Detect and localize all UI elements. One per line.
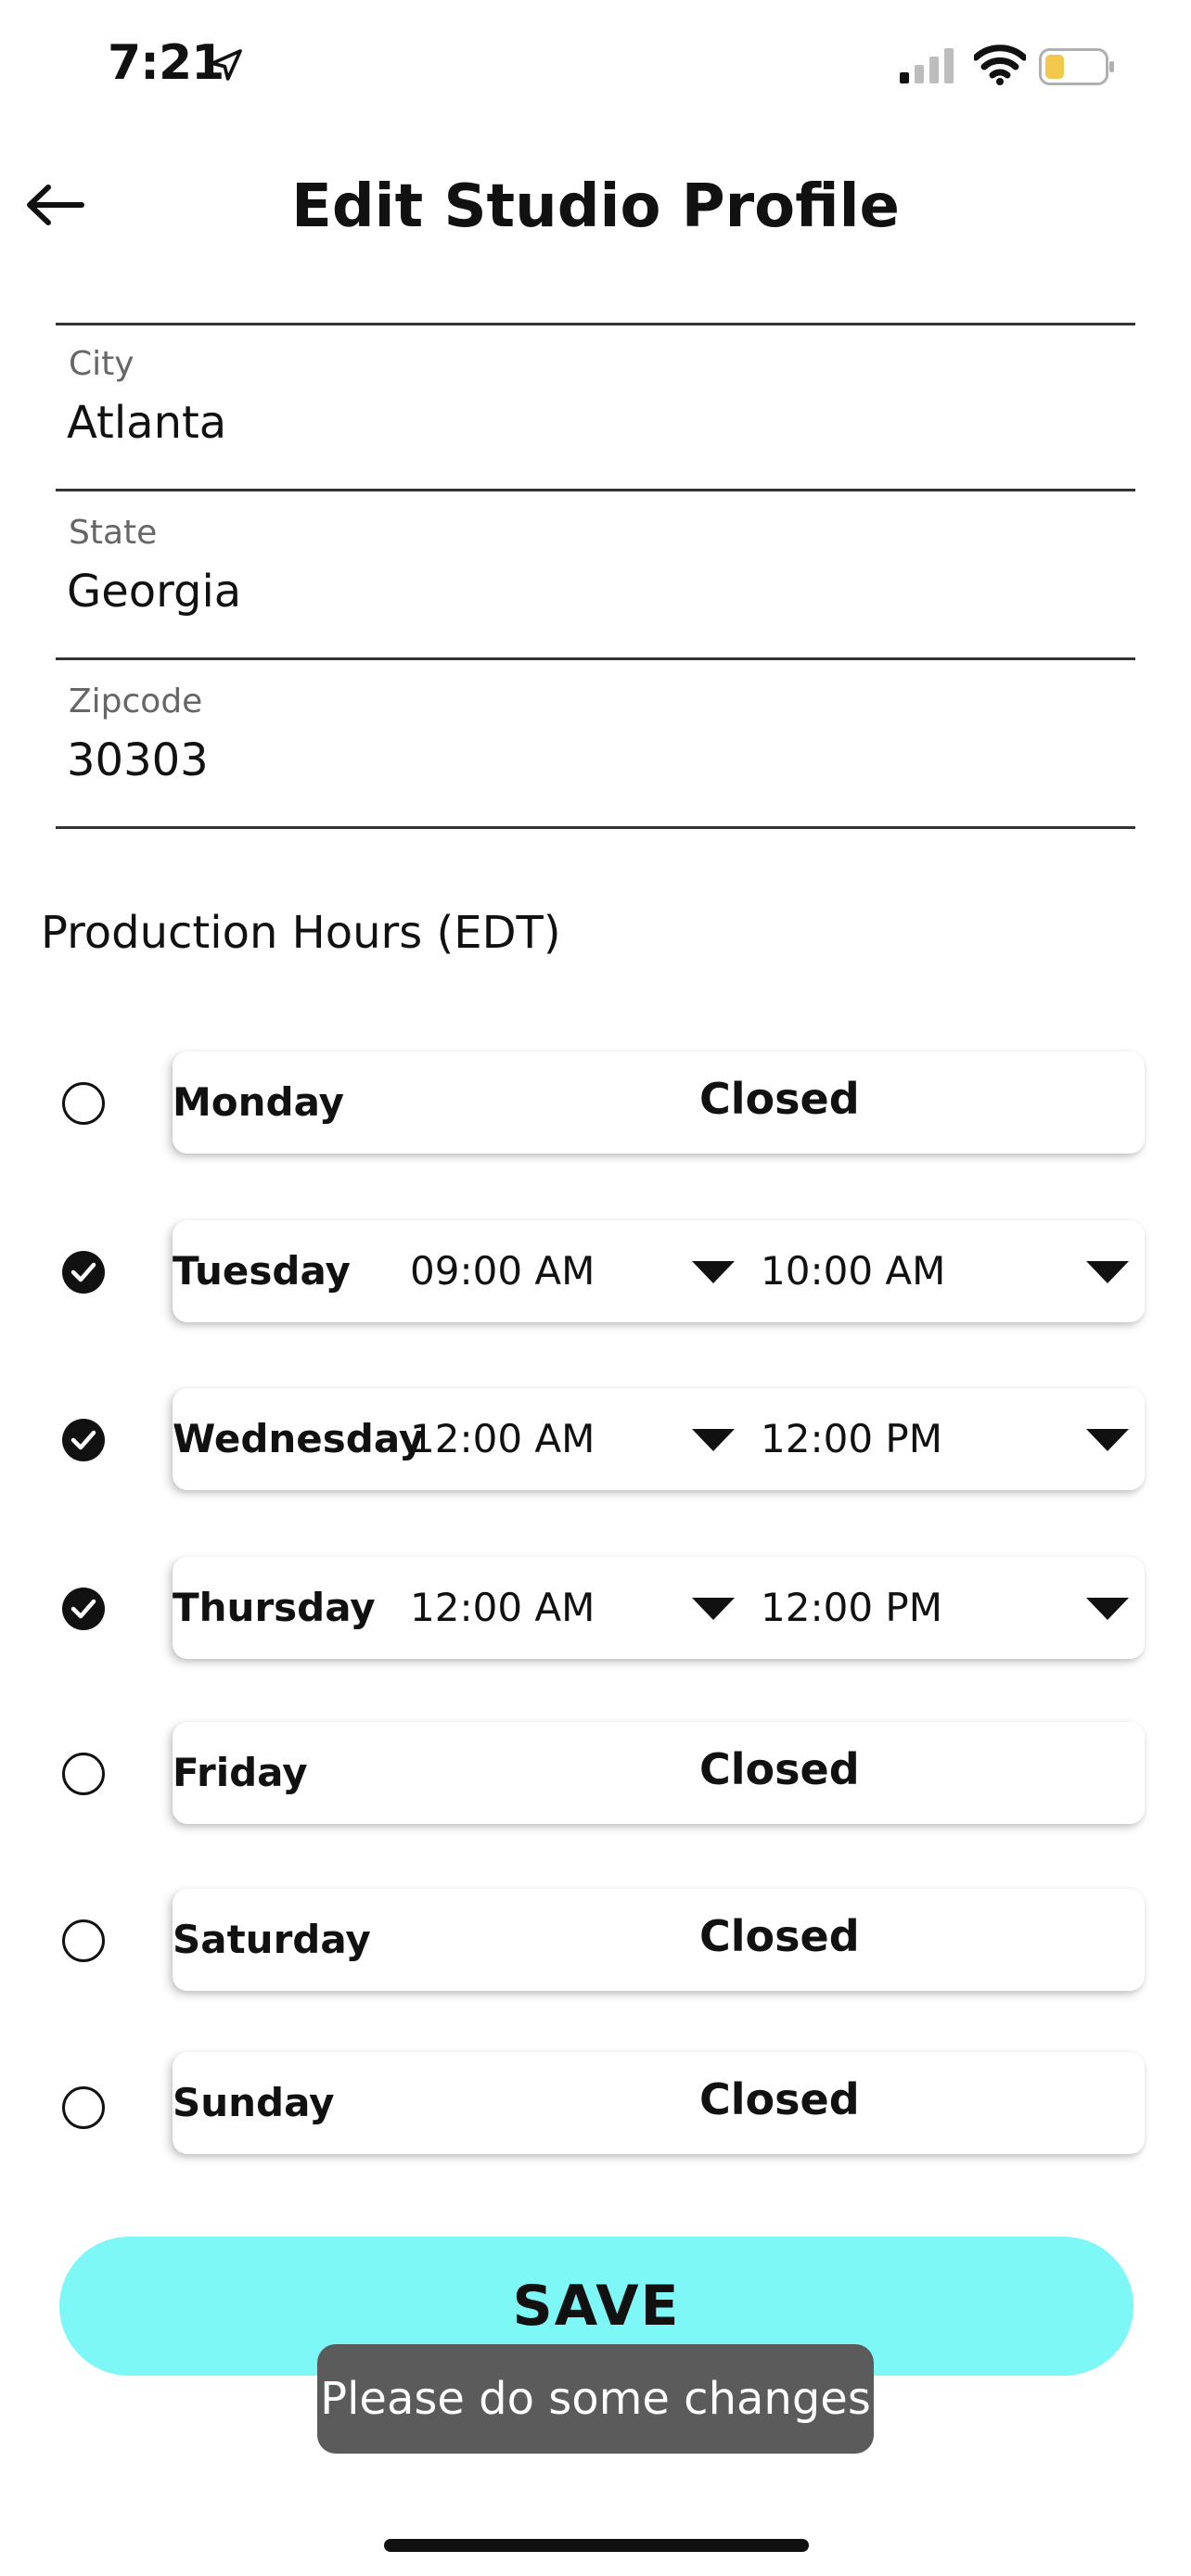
page-title: Edit Studio Profile <box>291 172 900 241</box>
day-card: Friday Closed <box>173 1722 1145 1824</box>
open-time-select[interactable]: 12:00 AM <box>410 1416 595 1461</box>
location-arrow-icon <box>211 49 242 81</box>
zipcode-input[interactable]: 30303 <box>67 734 209 786</box>
state-field[interactable]: State Georgia <box>56 493 1135 660</box>
cellular-signal-icon <box>900 48 954 83</box>
day-card: Saturday Closed <box>173 1889 1145 1991</box>
closed-label: Closed <box>699 1911 860 1961</box>
production-hours-title: Production Hours (EDT) <box>41 907 561 959</box>
day-name: Sunday <box>173 2080 335 2125</box>
day-row-wednesday: Wednesday 12:00 AM 12:00 PM <box>0 1388 1191 1490</box>
zipcode-label: Zipcode <box>69 682 203 721</box>
day-row-saturday: Saturday Closed <box>0 1889 1191 1991</box>
status-time: 7:21 <box>108 35 224 91</box>
day-name: Tuesday <box>173 1248 351 1294</box>
open-time-select[interactable]: 09:00 AM <box>410 1248 595 1294</box>
day-name: Wednesday <box>173 1416 425 1461</box>
caret-down-icon[interactable] <box>692 1261 735 1283</box>
status-bar: 7:21 <box>0 0 1191 139</box>
closed-label: Closed <box>699 1074 860 1124</box>
day-card: Tuesday 09:00 AM 10:00 AM <box>173 1220 1145 1322</box>
city-input[interactable]: Atlanta <box>67 397 226 449</box>
day-card: Sunday Closed <box>173 2052 1145 2154</box>
caret-down-icon[interactable] <box>692 1429 735 1451</box>
day-card: Wednesday 12:00 AM 12:00 PM <box>173 1388 1145 1490</box>
day-name: Monday <box>173 1079 345 1125</box>
checkmark-circle-icon[interactable] <box>61 1418 106 1462</box>
radio-unchecked-icon[interactable] <box>61 2085 106 2130</box>
day-row-thursday: Thursday 12:00 AM 12:00 PM <box>0 1557 1191 1659</box>
day-row-friday: Friday Closed <box>0 1722 1191 1824</box>
day-row-tuesday: Tuesday 09:00 AM 10:00 AM <box>0 1220 1191 1322</box>
day-row-sunday: Sunday Closed <box>0 2052 1191 2154</box>
day-card: Thursday 12:00 AM 12:00 PM <box>173 1557 1145 1659</box>
wifi-icon <box>974 45 1026 85</box>
day-name: Thursday <box>173 1585 376 1630</box>
day-row-monday: Monday Closed <box>0 1052 1191 1154</box>
day-name: Friday <box>173 1750 308 1795</box>
caret-down-icon[interactable] <box>692 1598 735 1620</box>
checkmark-circle-icon[interactable] <box>61 1587 106 1631</box>
day-card: Monday Closed <box>173 1052 1145 1154</box>
toast-message: Please do some changes <box>317 2344 874 2454</box>
radio-unchecked-icon[interactable] <box>61 1081 106 1126</box>
caret-down-icon[interactable] <box>1086 1261 1129 1283</box>
battery-low-icon <box>1039 48 1114 85</box>
radio-unchecked-icon[interactable] <box>61 1919 106 1963</box>
open-time-select[interactable]: 12:00 AM <box>410 1585 595 1630</box>
day-name: Saturday <box>173 1917 371 1962</box>
closed-label: Closed <box>699 2074 860 2124</box>
zipcode-field[interactable]: Zipcode 30303 <box>56 662 1135 829</box>
city-field[interactable]: City Atlanta <box>56 325 1135 491</box>
state-input[interactable]: Georgia <box>67 566 241 618</box>
radio-unchecked-icon[interactable] <box>61 1752 106 1796</box>
city-label: City <box>69 345 134 383</box>
close-time-select[interactable]: 10:00 AM <box>761 1248 945 1294</box>
home-indicator <box>384 2539 809 2552</box>
close-time-select[interactable]: 12:00 PM <box>761 1416 942 1461</box>
checkmark-circle-icon[interactable] <box>61 1250 106 1294</box>
caret-down-icon[interactable] <box>1086 1598 1129 1620</box>
close-time-select[interactable]: 12:00 PM <box>761 1585 942 1630</box>
closed-label: Closed <box>699 1744 860 1794</box>
caret-down-icon[interactable] <box>1086 1429 1129 1451</box>
state-label: State <box>69 514 158 552</box>
